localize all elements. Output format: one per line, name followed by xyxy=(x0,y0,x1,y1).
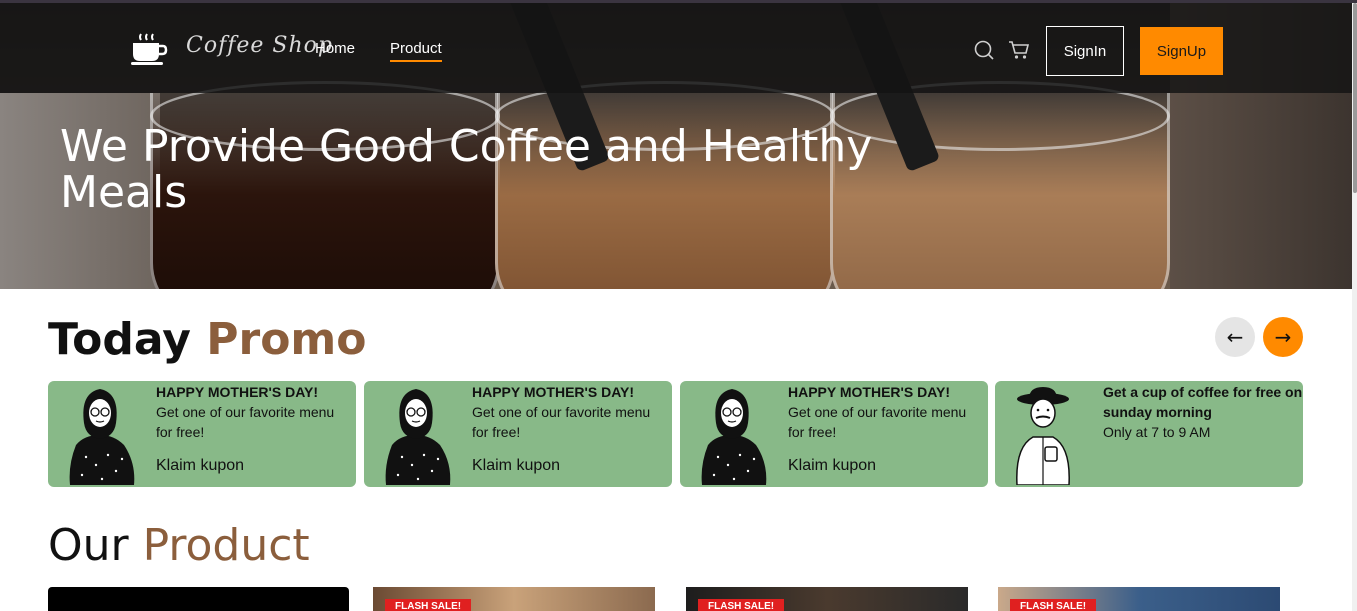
navbar: Coffee Shop Home Product SignIn SignUp xyxy=(0,3,1352,93)
promo-card-title: Get a cup of coffee for free on sunday m… xyxy=(1103,384,1303,420)
promo-title-accent: Promo xyxy=(206,314,367,365)
promo-title-plain: Today xyxy=(48,314,191,365)
product-title-accent: Product xyxy=(142,520,310,571)
promo-card[interactable]: HAPPY MOTHER'S DAY! Get one of our favor… xyxy=(364,381,672,487)
nav-home-link[interactable]: Home xyxy=(315,40,355,57)
woman-hijab-illustration-icon xyxy=(385,389,451,485)
promo-card[interactable]: HAPPY MOTHER'S DAY! Get one of our favor… xyxy=(48,381,356,487)
flash-sale-badge: FLASH SALE! xyxy=(698,599,785,611)
scrollbar-thumb[interactable] xyxy=(1353,3,1357,193)
flash-sale-badge: FLASH SALE! xyxy=(385,599,472,611)
product-title-plain: Our xyxy=(48,520,129,571)
claim-coupon-link[interactable]: Klaim kupon xyxy=(788,457,876,475)
arrow-left-icon: ← xyxy=(1226,325,1244,349)
promo-card-title: HAPPY MOTHER'S DAY! xyxy=(472,384,635,400)
claim-coupon-link[interactable]: Klaim kupon xyxy=(472,457,560,475)
flash-sale-badge: FLASH SALE! xyxy=(1010,599,1097,611)
cart-icon[interactable] xyxy=(1008,39,1030,61)
promo-card-title: HAPPY MOTHER'S DAY! xyxy=(156,384,319,400)
arrow-right-icon: → xyxy=(1274,325,1292,349)
promo-card-desc: Get one of our favorite menu for free! xyxy=(788,404,967,440)
product-card[interactable]: FLASH SALE! xyxy=(686,587,968,611)
prev-arrow-button[interactable]: ← xyxy=(1215,317,1255,357)
woman-hijab-illustration-icon xyxy=(701,389,767,485)
promo-card-desc: Only at 7 to 9 AM xyxy=(1103,424,1211,440)
brand-name[interactable]: Coffee Shop xyxy=(186,33,333,58)
man-with-coffee-illustration-icon xyxy=(1016,387,1070,485)
next-arrow-button[interactable]: → xyxy=(1263,317,1303,357)
hero-title: We Provide Good Coffee and Healthy Meals xyxy=(60,121,873,218)
promo-card-title: HAPPY MOTHER'S DAY! xyxy=(788,384,951,400)
promo-card[interactable]: Get a cup of coffee for free on sunday m… xyxy=(995,381,1303,487)
promo-card-desc: Get one of our favorite menu for free! xyxy=(472,404,651,440)
product-card[interactable]: FLASH SALE! xyxy=(373,587,655,611)
product-section-title: Our Product xyxy=(48,520,310,571)
coffee-cup-icon[interactable] xyxy=(130,32,168,66)
search-icon[interactable] xyxy=(973,39,995,61)
product-card[interactable]: FLASH SALE! xyxy=(998,587,1280,611)
nav-product-link[interactable]: Product xyxy=(390,40,442,62)
promo-card-desc: Get one of our favorite menu for free! xyxy=(156,404,335,440)
signin-button[interactable]: SignIn xyxy=(1046,26,1124,76)
promo-section-title: Today Promo xyxy=(48,314,367,365)
promo-card[interactable]: HAPPY MOTHER'S DAY! Get one of our favor… xyxy=(680,381,988,487)
claim-coupon-link[interactable]: Klaim kupon xyxy=(156,457,244,475)
woman-hijab-illustration-icon xyxy=(69,389,135,485)
product-card[interactable] xyxy=(48,587,349,611)
signup-button[interactable]: SignUp xyxy=(1140,27,1223,75)
